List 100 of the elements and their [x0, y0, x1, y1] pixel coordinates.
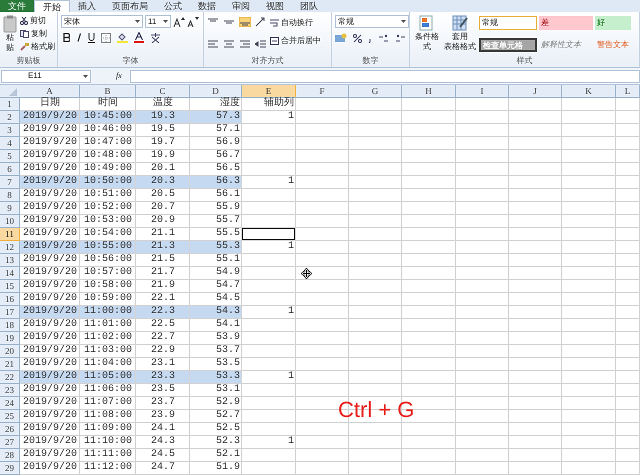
row-header[interactable]: 18 — [0, 319, 20, 332]
row-header[interactable]: 27 — [0, 436, 20, 449]
row-header[interactable]: 15 — [0, 280, 20, 293]
shrink-font-icon[interactable] — [187, 16, 199, 26]
column-header[interactable]: J — [509, 85, 562, 97]
ribbon-tab[interactable]: 页面布局 — [104, 0, 156, 12]
column-header[interactable]: I — [456, 85, 509, 97]
table-cell-text: 24.7 — [150, 462, 176, 475]
column-header[interactable]: G — [349, 85, 402, 97]
column-header[interactable]: K — [562, 85, 616, 97]
ribbon-tab[interactable]: 数据 — [190, 0, 224, 12]
borders-icon[interactable] — [101, 32, 111, 42]
ribbon-tab[interactable]: 审阅 — [224, 0, 258, 12]
name-box[interactable]: E11 — [1, 70, 91, 82]
row-header[interactable]: 25 — [0, 410, 20, 423]
row-header[interactable]: 10 — [0, 215, 20, 228]
number-format-field[interactable]: 常规 — [335, 15, 409, 28]
row-header[interactable]: 5 — [0, 150, 20, 163]
column-header[interactable]: B — [80, 85, 136, 97]
align-left-icon[interactable] — [207, 39, 219, 49]
row-header[interactable]: 21 — [0, 358, 20, 371]
row-header[interactable]: 19 — [0, 332, 20, 345]
row-header[interactable]: 11 — [0, 228, 20, 241]
table-cell-text: 10:52:00 — [82, 202, 133, 215]
row-header[interactable]: 13 — [0, 254, 20, 267]
ribbon-button[interactable]: 自动换行 — [270, 17, 321, 29]
table-cell-text: 24.5 — [150, 449, 176, 462]
row-header[interactable]: 16 — [0, 293, 20, 306]
table-cell-text: 10:47:00 — [82, 137, 133, 150]
table-cell-text: 1 — [286, 306, 295, 319]
row-header[interactable]: 3 — [0, 124, 20, 137]
italic-icon[interactable] — [76, 33, 82, 42]
row-header[interactable]: 20 — [0, 345, 20, 358]
align-bottom-icon[interactable] — [239, 17, 251, 27]
row-header[interactable]: 29 — [0, 462, 20, 475]
table-cell-text: 21.1 — [150, 228, 176, 241]
row-header[interactable]: 22 — [0, 371, 20, 384]
table-cell-text: 2019/9/20 — [22, 384, 78, 397]
ribbon-tab[interactable]: 开始 — [34, 0, 70, 12]
table-cell-text: 辅助列 — [263, 98, 295, 111]
table-cell-text: 24.1 — [150, 423, 176, 436]
cell-style-option[interactable]: 差 — [539, 16, 593, 30]
ribbon-tab[interactable]: 文件 — [0, 0, 34, 12]
row-header[interactable]: 8 — [0, 189, 20, 202]
conditional-formatting-button[interactable]: 条件格式 — [413, 15, 441, 56]
paste-button[interactable]: 粘贴 — [3, 15, 17, 56]
cell-style-option[interactable]: 常规 — [479, 16, 537, 30]
row-header[interactable]: 6 — [0, 163, 20, 176]
function-label: fx — [116, 70, 123, 82]
row-header[interactable]: 28 — [0, 449, 20, 462]
font-color-icon[interactable] — [134, 32, 144, 43]
table-cell-text: 20.5 — [150, 189, 176, 202]
table-cell-text: 11:09:00 — [82, 423, 133, 436]
column-header[interactable]: E — [242, 85, 296, 97]
cell-style-option[interactable]: 好 — [595, 16, 631, 30]
table-cell-text: 22.5 — [150, 319, 176, 332]
grow-font-icon[interactable] — [173, 16, 185, 26]
table-cell-text: 11:10:00 — [82, 436, 133, 449]
bold-icon[interactable] — [63, 33, 70, 42]
row-header[interactable]: 4 — [0, 137, 20, 150]
decrease-decimal-icon[interactable] — [395, 34, 406, 42]
font-size-field[interactable]: 11 — [145, 15, 171, 28]
increase-decimal-icon[interactable] — [378, 34, 389, 42]
ribbon-button[interactable]: 复制 — [20, 28, 55, 40]
ribbon-button[interactable]: 合并后居中 — [270, 35, 321, 47]
table-cell-text: 19.9 — [150, 150, 176, 163]
row-header[interactable]: 1 — [0, 98, 20, 111]
row-header[interactable]: 26 — [0, 423, 20, 436]
orientation-icon[interactable] — [255, 17, 267, 27]
align-center-icon[interactable] — [223, 39, 235, 49]
indent-icon[interactable] — [255, 39, 267, 49]
row-header[interactable]: 7 — [0, 176, 20, 189]
percent-icon[interactable] — [353, 34, 362, 42]
row-header[interactable]: 17 — [0, 306, 20, 319]
row-header[interactable]: 24 — [0, 397, 20, 410]
align-right-icon[interactable] — [239, 39, 251, 49]
ribbon-tab[interactable]: 视图 — [258, 0, 292, 12]
format-as-table-button[interactable]: 套用 表格格式 — [444, 15, 476, 56]
row-header[interactable]: 9 — [0, 202, 20, 215]
row-header[interactable]: 14 — [0, 267, 20, 280]
table-cell: 11:05:00 — [80, 371, 136, 384]
underline-icon[interactable] — [88, 32, 95, 42]
ribbon-button[interactable]: 格式刷 — [20, 41, 55, 53]
row-header[interactable]: 2 — [0, 111, 20, 124]
column-header[interactable]: F — [296, 85, 349, 97]
ribbon-button[interactable]: 剪切 — [20, 15, 55, 27]
column-header[interactable]: L — [616, 85, 640, 97]
ribbon-tab[interactable]: 团队 — [292, 0, 326, 12]
column-header[interactable]: C — [136, 85, 190, 97]
move-cursor-icon — [301, 268, 312, 279]
row-header[interactable]: 12 — [0, 241, 20, 254]
row-header[interactable]: 23 — [0, 384, 20, 397]
column-header[interactable]: A — [20, 85, 80, 97]
ribbon-tab[interactable]: 插入 — [70, 0, 104, 12]
ribbon-tab[interactable]: 公式 — [156, 0, 190, 12]
fill-bucket-icon[interactable] — [117, 32, 128, 43]
formula-input[interactable] — [130, 70, 640, 82]
column-header[interactable]: H — [402, 85, 456, 97]
cell-style-option[interactable]: 解释性文本 — [539, 38, 593, 52]
font-name-field[interactable]: 宋体 — [61, 15, 143, 28]
